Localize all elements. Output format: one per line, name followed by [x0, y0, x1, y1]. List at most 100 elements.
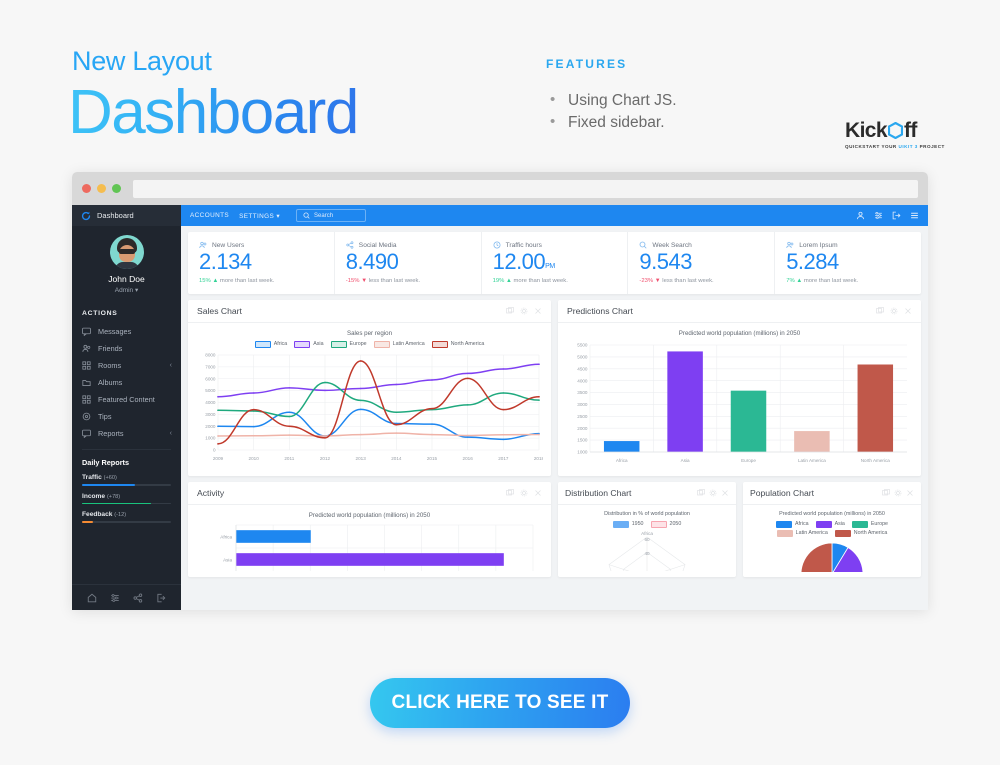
report-label: Income	[82, 492, 106, 500]
svg-text:1000: 1000	[577, 449, 588, 454]
svg-text:40: 40	[644, 551, 650, 556]
legend-swatch	[650, 520, 667, 528]
legend-item: Europe	[330, 340, 367, 348]
search-placeholder: Search	[314, 212, 334, 219]
search-input[interactable]: Search	[296, 209, 367, 222]
legend-item: Latin America	[776, 529, 828, 537]
duplicate-icon[interactable]	[876, 306, 884, 315]
report-label: Traffic	[82, 474, 102, 481]
stat-title: New Users	[212, 241, 245, 249]
sliders-icon[interactable]	[874, 211, 883, 220]
legend-label: Asia	[834, 521, 845, 528]
svg-text:2000: 2000	[577, 425, 588, 430]
sidebar-item-rooms[interactable]: Rooms ‹	[72, 357, 181, 374]
page-title: Dashboard	[68, 78, 359, 147]
svg-text:3500: 3500	[577, 390, 588, 395]
progress-track	[82, 502, 171, 505]
legend-item: Africa	[776, 520, 809, 528]
user-role-dropdown[interactable]: Admin ▾	[72, 286, 181, 294]
close-icon[interactable]	[534, 307, 542, 315]
chart-legend-row2: Latin America North America	[749, 529, 915, 537]
chevron-icon: ‹	[169, 430, 172, 437]
panel-tools	[876, 306, 912, 315]
maximize-window-button[interactable]	[112, 184, 121, 193]
close-icon[interactable]	[906, 489, 914, 497]
svg-text:Latin America: Latin America	[798, 458, 826, 463]
sidebar-item-messages[interactable]: Messages	[72, 323, 181, 340]
svg-text:2011: 2011	[284, 456, 294, 461]
gear-icon[interactable]	[709, 489, 717, 497]
logo-tagline-highlight: UIKIT 3	[898, 144, 918, 149]
sidebar-item-reports[interactable]: Reports ‹	[72, 425, 181, 442]
svg-text:4500: 4500	[577, 366, 588, 371]
panel-tools	[697, 488, 729, 497]
navbar-right-icons	[856, 211, 919, 220]
chart-legend: Africa Asia Europe Latin America North A…	[196, 340, 543, 348]
progress-track	[82, 521, 171, 524]
target-icon	[82, 412, 91, 421]
legend-swatch	[431, 340, 448, 348]
hamburger-icon[interactable]	[910, 211, 919, 220]
legend-item: Europe	[851, 520, 888, 528]
avatar	[109, 235, 144, 269]
gear-icon[interactable]	[894, 489, 902, 497]
cta-button[interactable]: CLICK HERE TO SEE IT	[370, 678, 630, 728]
svg-text:7000: 7000	[205, 364, 216, 369]
sidebar-profile: John Doe Admin ▾	[72, 226, 181, 302]
daily-reports-heading: Daily Reports	[82, 458, 130, 467]
search-icon	[639, 241, 647, 249]
nav-link-settings[interactable]: SETTINGS ▾	[239, 212, 280, 220]
sliders-icon[interactable]	[110, 593, 120, 603]
nav-link-accounts[interactable]: ACCOUNTS	[190, 212, 229, 219]
stat-title: Social Media	[358, 241, 397, 249]
minimize-window-button[interactable]	[97, 184, 106, 193]
stat-value: 2.134	[199, 249, 252, 274]
stat-delta-text: more than last week.	[513, 277, 568, 284]
user-icon[interactable]	[856, 211, 865, 220]
close-icon[interactable]	[534, 489, 542, 497]
sidebar-item-albums[interactable]: Albums	[72, 374, 181, 391]
user-name: John Doe	[108, 274, 145, 284]
sidebar-item-label: Tips	[98, 412, 112, 421]
logo-tagline: QUICKSTART YOUR UIKIT 3 PROJECT	[845, 144, 945, 149]
sidebar-item-featured-content[interactable]: Featured Content	[72, 391, 181, 408]
users-icon	[82, 344, 91, 352]
duplicate-icon[interactable]	[697, 488, 705, 497]
gear-icon[interactable]	[890, 307, 898, 315]
features-list: Using Chart JS. Fixed sidebar.	[546, 89, 677, 134]
duplicate-icon[interactable]	[506, 306, 514, 315]
legend-item: North America	[834, 529, 887, 537]
legend-label: Africa	[273, 341, 288, 348]
stat-title: Week Search	[652, 241, 692, 249]
svg-text:Asia: Asia	[223, 557, 232, 562]
close-icon[interactable]	[721, 489, 729, 497]
legend-label: Latin America	[392, 341, 425, 348]
duplicate-icon[interactable]	[506, 488, 514, 497]
home-icon[interactable]	[87, 593, 97, 603]
svg-text:2018: 2018	[534, 456, 543, 461]
address-bar[interactable]	[133, 179, 918, 198]
hero-eyebrow: New Layout	[72, 46, 212, 76]
panel-row-top: Sales Chart Sales per region Africa Asia…	[188, 299, 921, 476]
signout-icon[interactable]	[156, 593, 166, 603]
sidebar-item-tips[interactable]: Tips	[72, 408, 181, 425]
share-icon[interactable]	[133, 593, 143, 603]
sidebar-brand[interactable]: Dashboard	[72, 205, 181, 226]
close-icon[interactable]	[904, 307, 912, 315]
stat-footer: -23% ▼ less than last week.	[639, 277, 714, 284]
legend-item: Asia	[815, 520, 845, 528]
close-window-button[interactable]	[82, 184, 91, 193]
cta-button-label: CLICK HERE TO SEE IT	[391, 692, 609, 713]
gear-icon[interactable]	[520, 307, 528, 315]
svg-text:2010: 2010	[249, 456, 260, 461]
sidebar-item-label: Rooms	[98, 361, 122, 370]
sidebar-item-friends[interactable]: Friends	[72, 340, 181, 357]
legend-swatch	[815, 520, 832, 528]
stat-delta-text: less than last week.	[662, 277, 714, 284]
comment-icon	[82, 327, 91, 336]
legend-label: 2050	[669, 521, 682, 528]
gear-icon[interactable]	[520, 489, 528, 497]
duplicate-icon[interactable]	[882, 488, 890, 497]
signin-icon[interactable]	[892, 211, 901, 220]
stat-cards: New Users 2.134 15% ▲ more than last wee…	[188, 232, 921, 294]
